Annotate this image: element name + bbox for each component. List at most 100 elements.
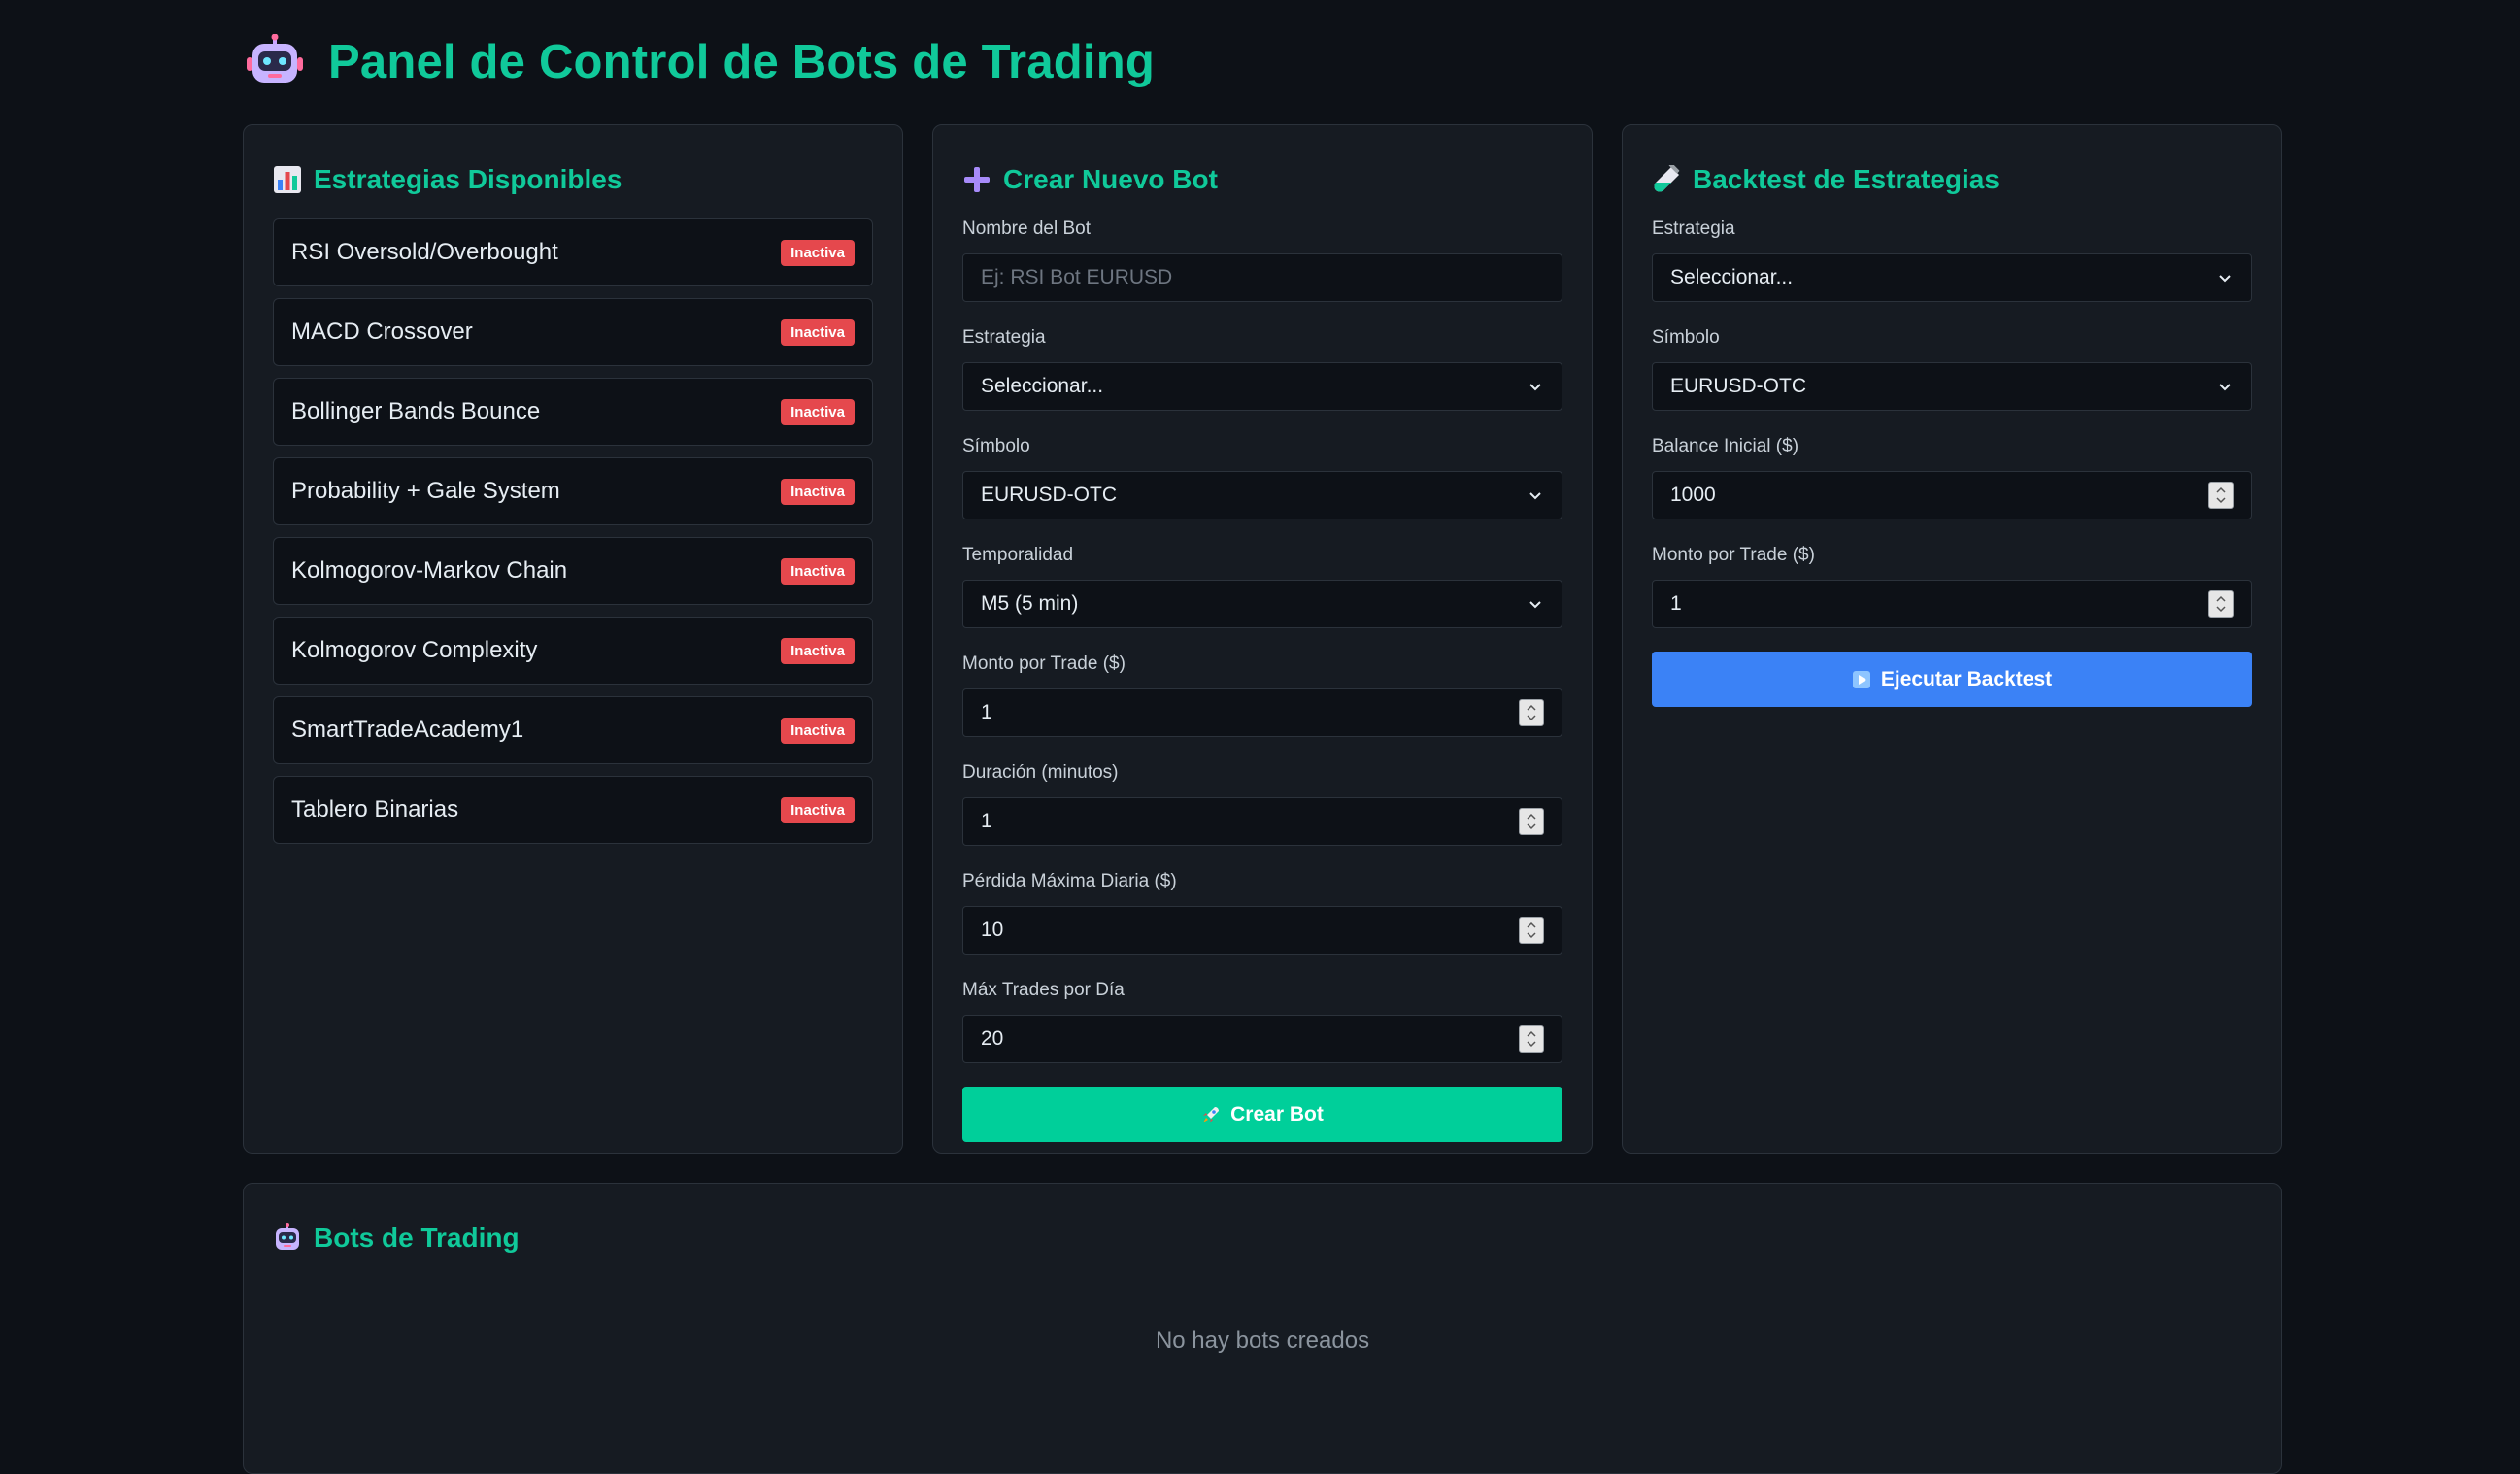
create-amount-label: Monto por Trade ($) (962, 653, 1126, 674)
max-loss-field: Pérdida Máxima Diaria ($) 10 (962, 871, 1562, 955)
max-loss-input[interactable]: 10 (962, 906, 1562, 955)
number-spinner[interactable] (1519, 808, 1544, 835)
bot-name-field: Nombre del Bot Ej: RSI Bot EURUSD (962, 218, 1562, 302)
chevron-down-icon (1529, 492, 1541, 500)
strategy-item[interactable]: Probability + Gale System Inactiva (273, 457, 873, 525)
empty-state-text: No hay bots creados (1155, 1327, 1370, 1354)
spinner-up-icon (1527, 704, 1536, 711)
status-badge: Inactiva (781, 557, 855, 585)
create-bot-button-label: Crear Bot (1230, 1102, 1324, 1125)
status-badge: Inactiva (781, 398, 855, 425)
number-spinner[interactable] (1519, 699, 1544, 726)
strategy-item[interactable]: Tablero Binarias Inactiva (273, 776, 873, 844)
max-trades-value: 20 (981, 1027, 1004, 1050)
page-title: Panel de Control de Bots de Trading (328, 36, 1155, 88)
bots-title: Bots de Trading (273, 1221, 2252, 1256)
strategy-item[interactable]: Bollinger Bands Bounce Inactiva (273, 378, 873, 446)
status-badge: Inactiva (781, 717, 855, 744)
chevron-down-icon (1529, 601, 1541, 609)
bots-title-text: Bots de Trading (314, 1223, 520, 1253)
create-strategy-select[interactable]: Seleccionar... (962, 362, 1562, 411)
timeframe-select[interactable]: M5 (5 min) (962, 580, 1562, 628)
backtest-strategy-label: Estrategia (1652, 218, 1735, 239)
backtest-strategy-field: Estrategia Seleccionar... (1652, 218, 2252, 302)
strategy-item[interactable]: Kolmogorov Complexity Inactiva (273, 617, 873, 685)
create-symbol-field: Símbolo EURUSD-OTC (962, 436, 1562, 519)
number-spinner[interactable] (2208, 590, 2234, 618)
plus-icon (964, 167, 990, 192)
backtest-symbol-label: Símbolo (1652, 327, 1720, 348)
strategy-name: SmartTradeAcademy1 (291, 717, 524, 743)
bot-name-label: Nombre del Bot (962, 218, 1092, 239)
create-strategy-field: Estrategia Seleccionar... (962, 327, 1562, 411)
strategies-title-text: Estrategias Disponibles (314, 164, 622, 194)
spinner-down-icon (1527, 932, 1536, 939)
balance-input[interactable]: 1000 (1652, 471, 2252, 519)
strategies-card: Estrategias Disponibles RSI Oversold/Ove… (243, 124, 903, 1154)
create-amount-value: 1 (981, 701, 992, 723)
backtest-amount-input[interactable]: 1 (1652, 580, 2252, 628)
create-strategy-value: Seleccionar... (981, 375, 1104, 397)
backtest-amount-label: Monto por Trade ($) (1652, 545, 1815, 565)
run-backtest-button[interactable]: Ejecutar Backtest (1652, 652, 2252, 707)
backtest-amount-field: Monto por Trade ($) 1 (1652, 545, 2252, 628)
status-badge: Inactiva (781, 239, 855, 266)
strategy-item[interactable]: SmartTradeAcademy1 Inactiva (273, 696, 873, 764)
strategy-list: RSI Oversold/Overbought Inactiva MACD Cros… (273, 218, 873, 844)
duration-input[interactable]: 1 (962, 797, 1562, 846)
play-icon (1852, 670, 1870, 688)
strategy-item[interactable]: RSI Oversold/Overbought Inactiva (273, 218, 873, 286)
strategy-item[interactable]: Kolmogorov-Markov Chain Inactiva (273, 537, 873, 605)
strategy-item[interactable]: MACD Crossover Inactiva (273, 298, 873, 366)
strategy-name: Kolmogorov Complexity (291, 637, 538, 663)
backtest-card: Backtest de Estrategias Estrategia Selec… (1622, 124, 2282, 1154)
create-amount-field: Monto por Trade ($) 1 (962, 653, 1562, 737)
duration-value: 1 (981, 810, 992, 832)
backtest-title-text: Backtest de Estrategias (1693, 164, 1999, 194)
main-grid: Estrategias Disponibles RSI Oversold/Ove… (243, 124, 2282, 1154)
backtest-strategy-select[interactable]: Seleccionar... (1652, 253, 2252, 302)
backtest-strategy-value: Seleccionar... (1670, 266, 1794, 288)
strategy-name: Tablero Binarias (291, 796, 459, 822)
bot-name-placeholder: Ej: RSI Bot EURUSD (981, 266, 1173, 288)
run-backtest-button-label: Ejecutar Backtest (1880, 667, 2053, 690)
spinner-up-icon (1527, 1030, 1536, 1037)
create-amount-input[interactable]: 1 (962, 688, 1562, 737)
timeframe-label: Temporalidad (962, 545, 1074, 565)
bar-chart-icon (274, 166, 301, 193)
spinner-down-icon (1527, 1041, 1536, 1048)
chevron-down-icon (2219, 275, 2231, 283)
backtest-symbol-select[interactable]: EURUSD-OTC (1652, 362, 2252, 411)
bot-name-input[interactable]: Ej: RSI Bot EURUSD (962, 253, 1562, 302)
backtest-amount-value: 1 (1670, 592, 1682, 615)
page-header: Panel de Control de Bots de Trading (243, 0, 2282, 124)
max-trades-input[interactable]: 20 (962, 1015, 1562, 1063)
robot-icon (276, 1223, 299, 1250)
duration-label: Duración (minutos) (962, 762, 1119, 783)
spinner-down-icon (2216, 497, 2226, 504)
max-loss-value: 10 (981, 919, 1004, 941)
create-symbol-value: EURUSD-OTC (981, 484, 1117, 506)
status-badge: Inactiva (781, 637, 855, 664)
spinner-up-icon (1527, 813, 1536, 820)
timeframe-value: M5 (5 min) (981, 592, 1079, 615)
number-spinner[interactable] (1519, 917, 1544, 944)
number-spinner[interactable] (1519, 1025, 1544, 1053)
status-badge: Inactiva (781, 478, 855, 505)
max-trades-label: Máx Trades por Día (962, 980, 1125, 1000)
create-bot-title-text: Crear Nuevo Bot (1003, 164, 1218, 194)
create-symbol-select[interactable]: EURUSD-OTC (962, 471, 1562, 519)
chevron-down-icon (1529, 384, 1541, 391)
balance-field: Balance Inicial ($) 1000 (1652, 436, 2252, 519)
page: Panel de Control de Bots de Trading Estr… (243, 0, 2282, 1474)
max-loss-label: Pérdida Máxima Diaria ($) (962, 871, 1177, 891)
rocket-icon (1203, 1106, 1220, 1122)
max-trades-field: Máx Trades por Día 20 (962, 980, 1562, 1063)
number-spinner[interactable] (2208, 482, 2234, 509)
bots-card: Bots de Trading No hay bots creados (243, 1183, 2282, 1474)
strategy-name: RSI Oversold/Overbought (291, 239, 558, 265)
create-bot-button[interactable]: Crear Bot (962, 1087, 1562, 1142)
balance-label: Balance Inicial ($) (1652, 436, 1799, 456)
strategies-title: Estrategias Disponibles (273, 162, 873, 197)
spinner-down-icon (1527, 823, 1536, 830)
